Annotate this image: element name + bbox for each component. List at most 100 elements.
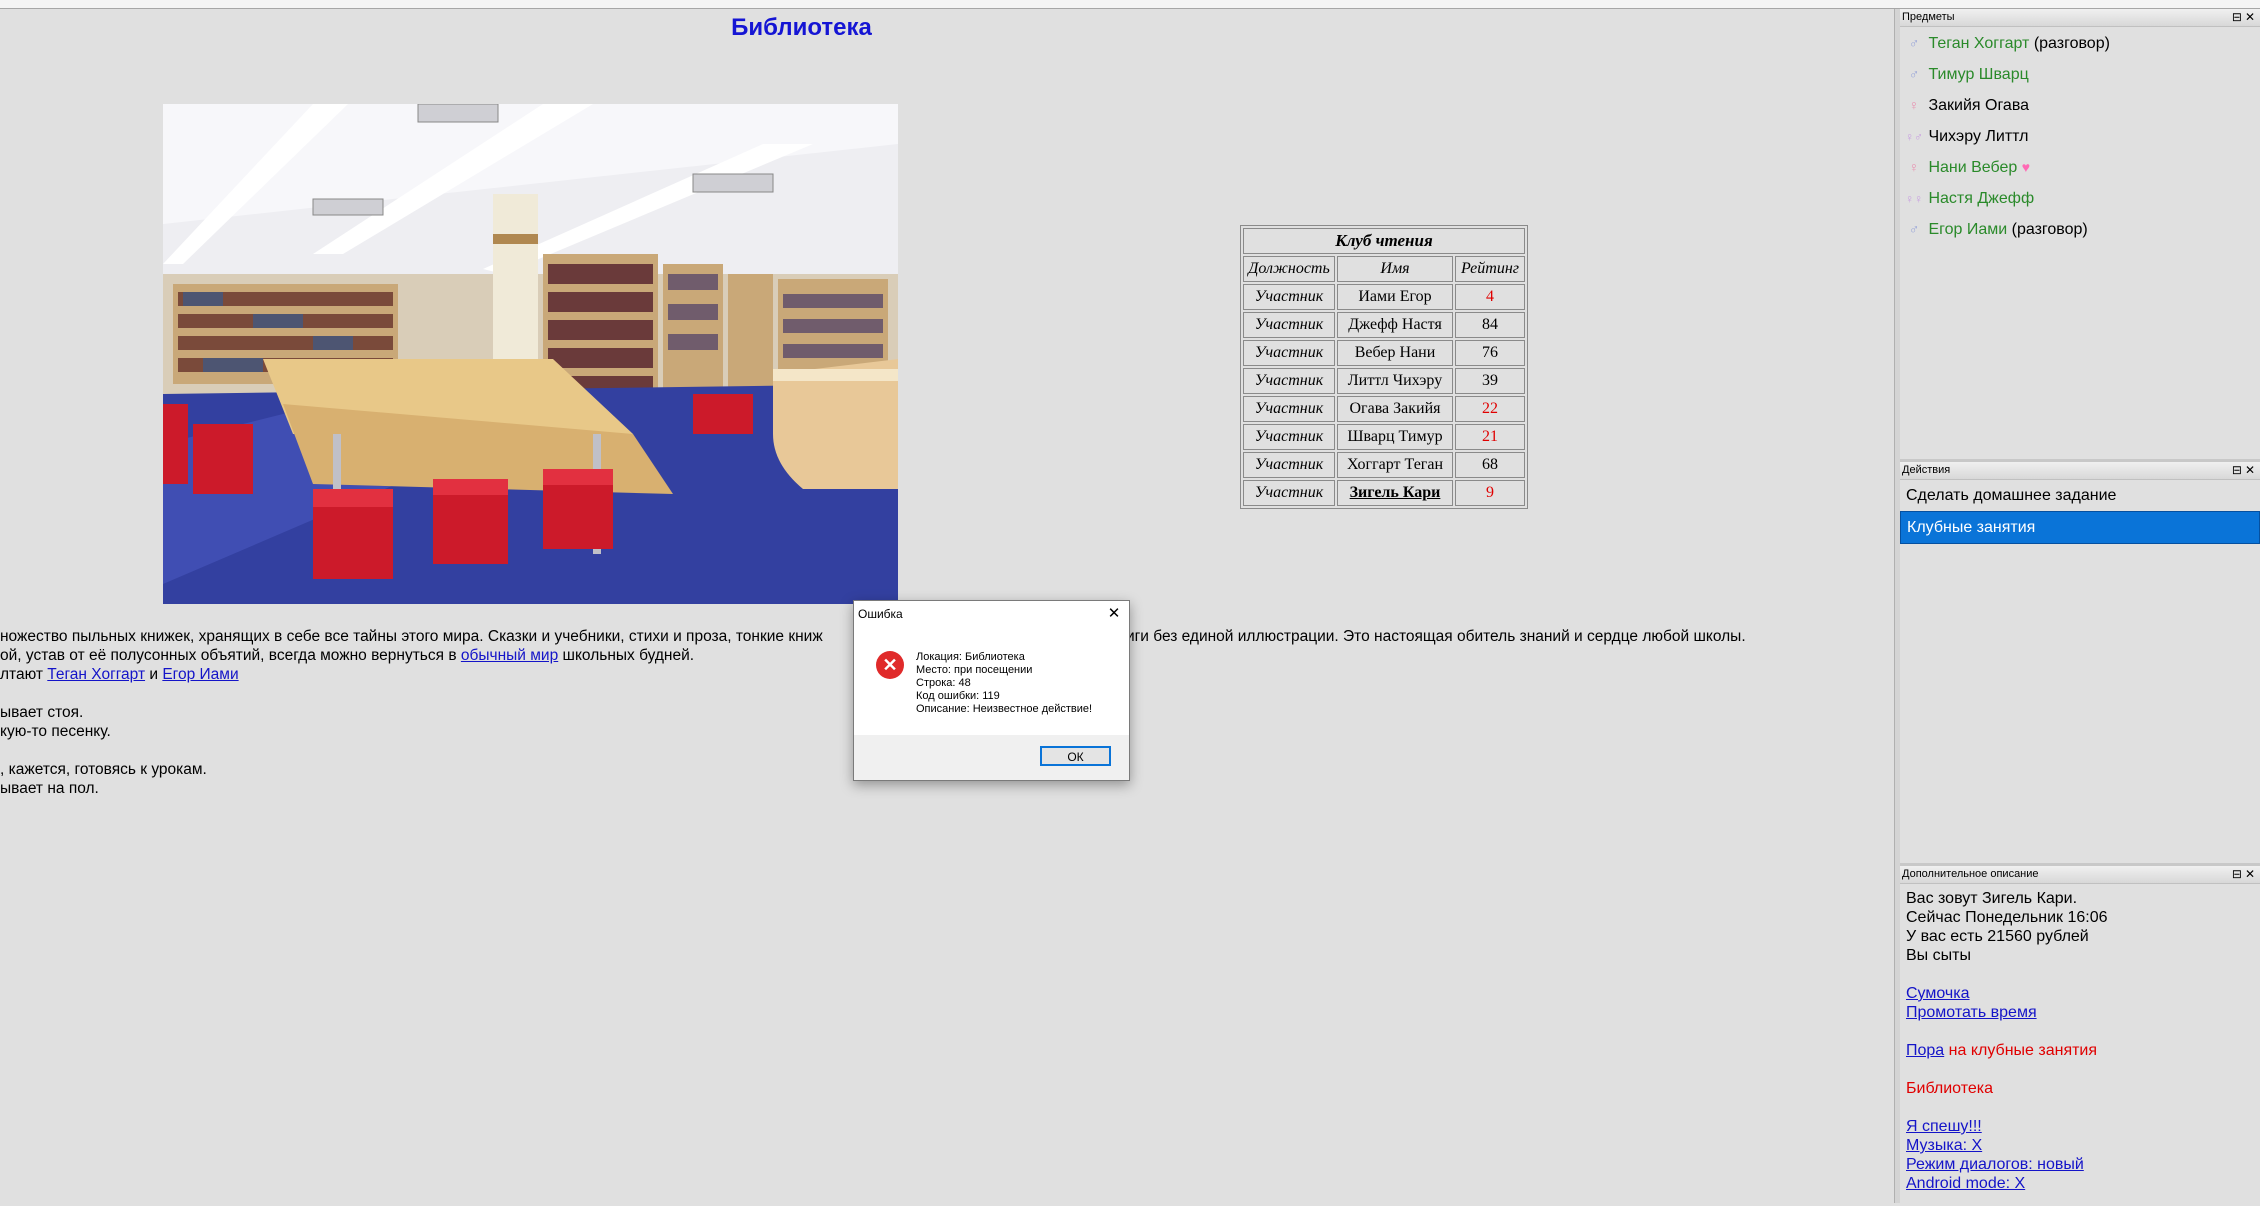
female-icon: ♀ [1908,97,1920,113]
club-caption: Клуб чтения [1243,228,1525,254]
role-cell: Участник [1243,396,1335,422]
rating-cell: 84 [1455,312,1525,338]
hurry-link[interactable]: Я спешу!!! [1906,1118,1982,1135]
rating-cell: 22 [1455,396,1525,422]
time-to-club-link[interactable]: Пора [1906,1042,1944,1059]
role-cell: Участник [1243,368,1335,394]
character-name[interactable]: Егор Иами [1928,221,2007,238]
error-description: Описание: Неизвестное действие! [916,703,1093,715]
name-cell: Иами Егор [1337,284,1453,310]
dialog-body: ✕ Локация: Библиотека Место: при посещен… [854,627,1129,735]
name-cell: Хоггарт Теган [1337,452,1453,478]
items-panel: Предметы ⊟✕ ♂ Теган Хоггарт (разговор) ♂… [1900,9,2260,459]
description-text: ой, устав от её полусонных объятий, всег… [0,647,461,664]
character-name[interactable]: Закийя Огава [1928,97,2029,114]
role-cell: Участник [1243,284,1335,310]
character-name[interactable]: Настя Джефф [1928,190,2034,207]
character-name[interactable]: Тимур Шварц [1928,66,2028,83]
ok-button[interactable]: ОК [1040,746,1111,766]
error-line: Строка: 48 [916,677,971,689]
egor-iami-link[interactable]: Егор Иами [162,666,238,683]
list-item[interactable]: ♀ Закийя Огава [1900,90,2260,121]
reading-club-table: Клуб чтения Должность Имя Рейтинг Участн… [1240,225,1528,509]
role-cell: Участник [1243,312,1335,338]
location-title: Библиотека [731,14,872,41]
items-list: ♂ Теган Хоггарт (разговор) ♂ Тимур Шварц… [1900,27,2260,245]
description-line: ывает на пол. [0,780,99,797]
male-icon: ♂ [1908,221,1920,237]
error-location: Локация: Библиотека [916,651,1025,663]
list-item[interactable]: ♀♂ Чихэру Литтл [1900,121,2260,152]
tegan-hoggart-link[interactable]: Теган Хоггарт [47,666,145,683]
list-item[interactable]: ♂ Теган Хоггарт (разговор) [1900,28,2260,59]
error-message: Локация: Библиотека Место: при посещении… [916,651,1092,716]
heart-icon: ♥ [2021,159,2031,175]
couple-icon: ♀♀ [1905,192,1923,206]
ordinary-world-link[interactable]: обычный мир [461,647,558,664]
android-mode-link[interactable]: Android mode: X [1906,1175,2025,1192]
money-line: У вас есть 21560 рублей [1906,928,2089,945]
role-cell: Участник [1243,340,1335,366]
character-name[interactable]: Чихэру Литтл [1928,128,2028,145]
list-item[interactable]: ♂ Тимур Шварц [1900,59,2260,90]
rating-cell: 4 [1455,284,1525,310]
close-icon[interactable]: ✕ [1099,601,1129,627]
dialog-title: Ошибка [858,607,903,621]
library-image [163,104,898,604]
dialog-titlebar: Ошибка ✕ [854,601,1129,627]
list-item[interactable]: ♀♀ Настя Джефф [1900,183,2260,214]
panel-window-buttons[interactable]: ⊟✕ [2232,866,2258,883]
actions-list: Сделать домашнее задание Клубные занятия [1900,480,2260,544]
desc-panel-header: Дополнительное описание ⊟✕ [1900,866,2260,884]
hunger-line: Вы сыты [1906,947,1971,964]
name-cell: Джефф Настя [1337,312,1453,338]
bag-link[interactable]: Сумочка [1906,985,1970,1002]
name-cell: Огава Закийя [1337,396,1453,422]
name-cell: Литтл Чихэру [1337,368,1453,394]
status-text: Вас зовут Зигель Кари. Сейчас Понедельни… [1900,884,2260,1193]
name-cell: Вебер Нани [1337,340,1453,366]
club-reminder-text: на клубные занятия [1944,1042,2098,1059]
table-row: Участник Шварц Тимур 21 [1243,424,1525,450]
error-code: Код ошибки: 119 [916,690,1000,702]
music-toggle-link[interactable]: Музыка: X [1906,1137,1982,1154]
dialog-mode-link[interactable]: Режим диалогов: новый [1906,1156,2084,1173]
desc-panel-title: Дополнительное описание [1902,868,2039,880]
error-dialog: Ошибка ✕ ✕ Локация: Библиотека Место: пр… [853,600,1130,781]
male-icon: ♂ [1908,66,1920,82]
description-text: е книги без единой иллюстрации. Это наст… [1097,628,1746,645]
action-do-homework[interactable]: Сделать домашнее задание [1900,480,2260,511]
description-text: ножество пыльных книжек, хранящих в себе… [0,628,823,645]
list-item[interactable]: ♀ Нани Вебер ♥ [1900,152,2260,183]
description-text: и [145,666,163,683]
name-cell: Шварц Тимур [1337,424,1453,450]
column-header-name: Имя [1337,256,1453,282]
rating-cell: 39 [1455,368,1525,394]
table-row: Участник Литтл Чихэру 39 [1243,368,1525,394]
character-status: (разговор) [2029,35,2110,52]
role-cell: Участник [1243,480,1335,506]
male-icon: ♂ [1908,35,1920,51]
table-row: Участник Джефф Настя 84 [1243,312,1525,338]
list-item[interactable]: ♂ Егор Иами (разговор) [1900,214,2260,245]
column-header-rating: Рейтинг [1455,256,1525,282]
rating-cell: 68 [1455,452,1525,478]
character-name[interactable]: Теган Хоггарт [1928,35,2029,52]
actions-panel: Действия ⊟✕ Сделать домашнее задание Клу… [1900,459,2260,866]
current-location-text: Библиотека [1906,1080,1993,1097]
description-text: школьных будней. [558,647,695,664]
character-status: (разговор) [2007,221,2088,238]
role-cell: Участник [1243,452,1335,478]
panel-window-buttons[interactable]: ⊟✕ [2232,9,2258,26]
player-name-line: Вас зовут Зигель Кари. [1906,890,2078,907]
rating-cell: 9 [1455,480,1525,506]
description-text: лтают [0,666,48,683]
character-name[interactable]: Нани Вебер [1928,159,2017,176]
skip-time-link[interactable]: Промотать время [1906,1004,2037,1021]
table-row: Участник Вебер Нани 76 [1243,340,1525,366]
column-header-role: Должность [1243,256,1335,282]
panel-window-buttons[interactable]: ⊟✕ [2232,462,2258,479]
action-club-activities[interactable]: Клубные занятия [1900,511,2260,544]
error-icon: ✕ [876,651,904,679]
rating-cell: 76 [1455,340,1525,366]
